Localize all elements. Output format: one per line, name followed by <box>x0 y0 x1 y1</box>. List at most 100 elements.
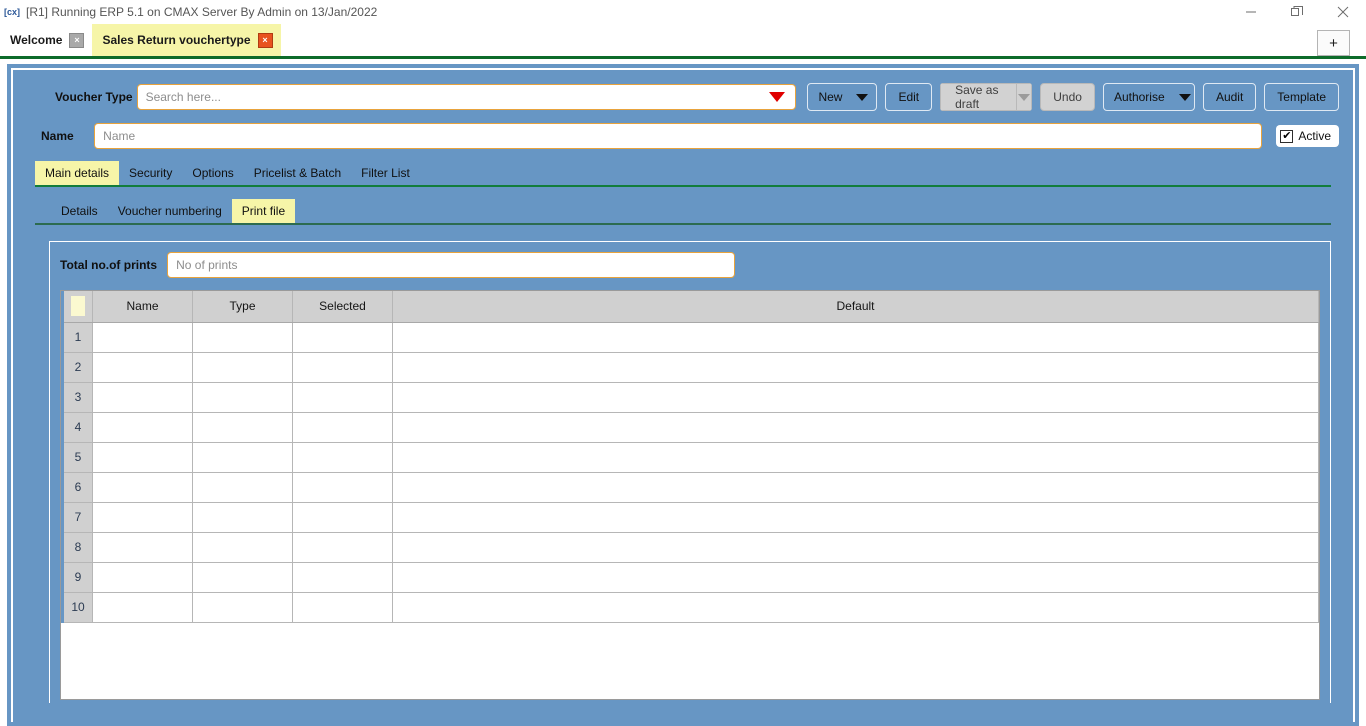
name-input[interactable]: Name <box>94 123 1263 149</box>
total-prints-input[interactable]: No of prints <box>167 252 736 278</box>
doc-tab-welcome[interactable]: Welcome × <box>0 24 92 56</box>
new-tab-button[interactable]: + <box>1317 30 1350 56</box>
cell-type[interactable] <box>192 442 293 473</box>
row-number[interactable]: 9 <box>61 562 93 593</box>
table-row[interactable]: 2 <box>61 352 1319 383</box>
cell-selected[interactable] <box>292 322 393 353</box>
cell-type[interactable] <box>192 412 293 443</box>
cell-default[interactable] <box>392 442 1319 473</box>
cell-selected[interactable] <box>292 382 393 413</box>
cell-type[interactable] <box>192 472 293 503</box>
cell-name[interactable] <box>92 442 193 473</box>
cell-selected[interactable] <box>292 502 393 533</box>
doc-tab-label: Sales Return vouchertype <box>102 33 251 47</box>
cell-default[interactable] <box>392 322 1319 353</box>
column-header-type[interactable]: Type <box>192 291 293 323</box>
tab-voucher-numbering[interactable]: Voucher numbering <box>108 199 232 223</box>
save-as-draft-split-button[interactable]: Save as draft <box>940 83 1033 111</box>
table-row[interactable]: 4 <box>61 412 1319 443</box>
tab-options[interactable]: Options <box>182 161 243 185</box>
audit-button[interactable]: Audit <box>1202 83 1257 111</box>
cell-selected[interactable] <box>292 472 393 503</box>
cell-name[interactable] <box>92 592 193 623</box>
tab-details[interactable]: Details <box>51 199 108 223</box>
cell-selected[interactable] <box>292 532 393 563</box>
column-header-name[interactable]: Name <box>92 291 193 323</box>
cell-selected[interactable] <box>292 352 393 383</box>
table-row[interactable]: 5 <box>61 442 1319 473</box>
cell-name[interactable] <box>92 562 193 593</box>
tab-security[interactable]: Security <box>119 161 182 185</box>
app-icon: [cx] <box>4 7 21 17</box>
row-number[interactable]: 4 <box>61 412 93 443</box>
close-icon[interactable]: × <box>69 32 85 48</box>
row-number[interactable]: 5 <box>61 442 93 473</box>
doc-tab-sales-return-vouchertype[interactable]: Sales Return vouchertype × <box>92 24 281 56</box>
cell-type[interactable] <box>192 562 293 593</box>
cell-type[interactable] <box>192 592 293 623</box>
row-number[interactable]: 6 <box>61 472 93 503</box>
authorise-button[interactable]: Authorise <box>1102 83 1195 111</box>
row-number[interactable]: 10 <box>61 592 93 623</box>
edit-button[interactable]: Edit <box>885 83 933 111</box>
cell-default[interactable] <box>392 562 1319 593</box>
close-icon[interactable]: × <box>257 32 273 48</box>
row-number[interactable]: 8 <box>61 532 93 563</box>
cell-name[interactable] <box>92 382 193 413</box>
cell-type[interactable] <box>192 532 293 563</box>
tab-print-file[interactable]: Print file <box>231 199 296 223</box>
cell-name[interactable] <box>92 412 193 443</box>
cell-type[interactable] <box>192 322 293 353</box>
shell-inner: Voucher Type Search here... New Edit Sav… <box>7 64 1359 726</box>
cell-default[interactable] <box>392 382 1319 413</box>
cell-default[interactable] <box>392 592 1319 623</box>
column-header-selected[interactable]: Selected <box>292 291 393 323</box>
cell-type[interactable] <box>192 352 293 383</box>
table-row[interactable]: 3 <box>61 382 1319 413</box>
cell-default[interactable] <box>392 532 1319 563</box>
table-row[interactable]: 7 <box>61 502 1319 533</box>
select-all-corner[interactable] <box>61 291 93 323</box>
row-number[interactable]: 7 <box>61 502 93 533</box>
active-checkbox-group[interactable]: ✔ Active <box>1276 125 1339 147</box>
cell-selected[interactable] <box>292 592 393 623</box>
close-icon[interactable] <box>1320 0 1366 24</box>
tab-filter-list[interactable]: Filter List <box>351 161 420 185</box>
voucher-type-search-input[interactable]: Search here... <box>136 84 797 110</box>
save-as-draft-dropdown[interactable] <box>1015 83 1033 111</box>
restore-icon[interactable] <box>1274 0 1320 24</box>
table-row[interactable]: 1 <box>61 322 1319 353</box>
cell-default[interactable] <box>392 412 1319 443</box>
cell-selected[interactable] <box>292 442 393 473</box>
undo-button[interactable]: Undo <box>1040 83 1095 111</box>
row-number[interactable]: 1 <box>61 322 93 353</box>
minimize-icon[interactable] <box>1228 0 1274 24</box>
cell-name[interactable] <box>92 502 193 533</box>
cell-default[interactable] <box>392 352 1319 383</box>
cell-name[interactable] <box>92 352 193 383</box>
table-row[interactable]: 9 <box>61 562 1319 593</box>
print-file-grid[interactable]: Name Type Selected Default 1 2 3 4 5 6 7 8 9 10 <box>60 290 1320 700</box>
tab-main-details[interactable]: Main details <box>35 161 120 185</box>
cell-default[interactable] <box>392 472 1319 503</box>
row-number[interactable]: 2 <box>61 352 93 383</box>
tab-pricelist-and-batch[interactable]: Pricelist & Batch <box>244 161 351 185</box>
cell-default[interactable] <box>392 502 1319 533</box>
cell-selected[interactable] <box>292 412 393 443</box>
new-button[interactable]: New <box>807 83 878 111</box>
active-checkbox[interactable]: ✔ <box>1280 129 1294 143</box>
table-row[interactable]: 10 <box>61 592 1319 623</box>
table-row[interactable]: 8 <box>61 532 1319 563</box>
row-number[interactable]: 3 <box>61 382 93 413</box>
template-button[interactable]: Template <box>1264 83 1339 111</box>
cell-name[interactable] <box>92 322 193 353</box>
cell-type[interactable] <box>192 382 293 413</box>
cell-name[interactable] <box>92 472 193 503</box>
cell-name[interactable] <box>92 532 193 563</box>
cell-type[interactable] <box>192 502 293 533</box>
save-as-draft-button[interactable]: Save as draft <box>940 83 1016 111</box>
cell-selected[interactable] <box>292 562 393 593</box>
column-header-default[interactable]: Default <box>392 291 1319 323</box>
table-row[interactable]: 6 <box>61 472 1319 503</box>
chevron-down-icon[interactable] <box>769 92 786 102</box>
